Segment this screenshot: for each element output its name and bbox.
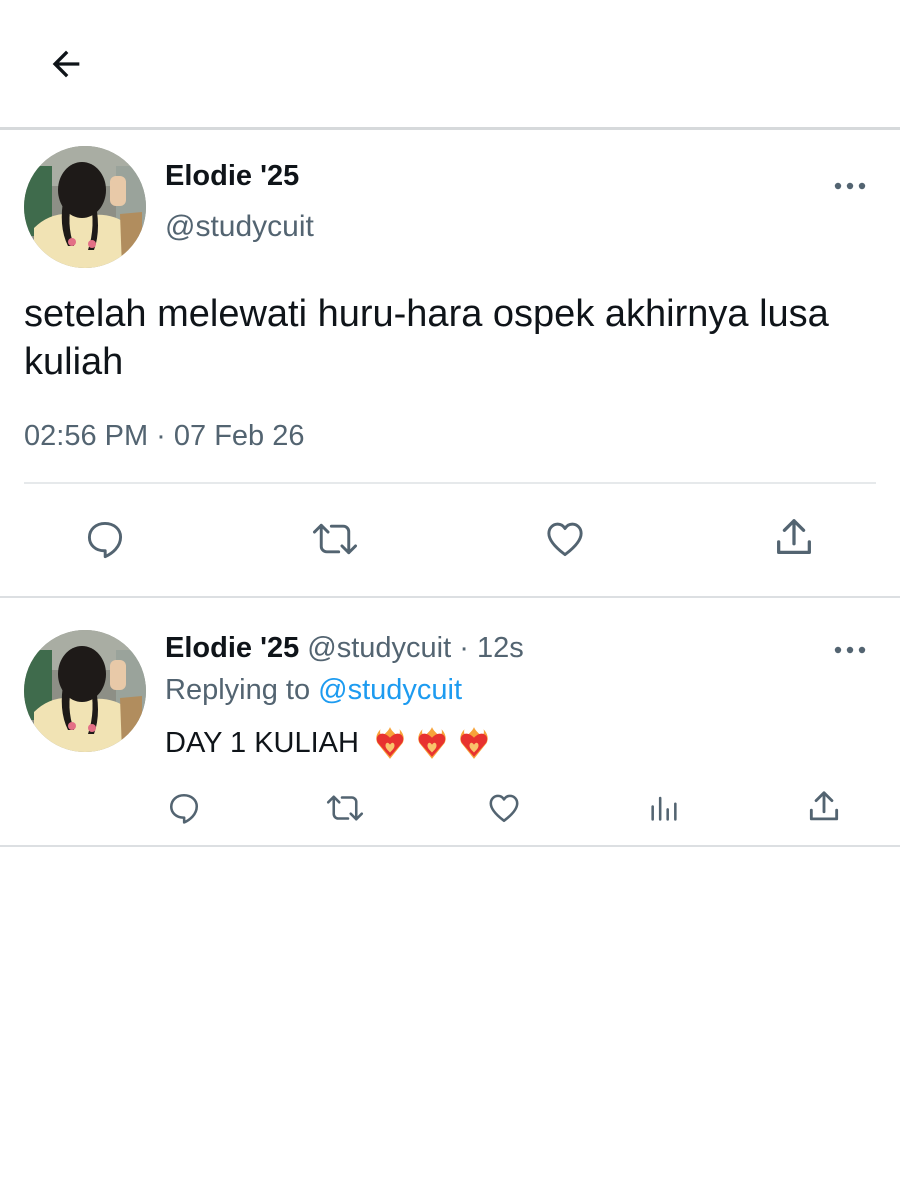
bottom-divider [0, 845, 900, 847]
reply-author-handle[interactable]: @studycuit [307, 632, 451, 664]
analytics-icon [651, 796, 677, 821]
reply-author-display-name[interactable]: Elodie '25 [165, 632, 299, 664]
top-app-bar [0, 0, 900, 128]
reply-meta-separator: · [459, 632, 469, 664]
heart-on-fire-emoji [418, 727, 446, 759]
reply-text: DAY 1 KULIAH [165, 724, 493, 762]
retweet-button[interactable] [308, 516, 362, 562]
reply-avatar[interactable] [24, 630, 146, 752]
replying-to-label: Replying to [165, 674, 311, 706]
replying-to-mention[interactable]: @studycuit [318, 674, 462, 706]
reply-age[interactable]: 12s [477, 632, 524, 664]
reply-more-options-button[interactable] [830, 640, 870, 660]
back-button[interactable] [40, 38, 92, 90]
reply-button[interactable] [80, 516, 130, 562]
reply-icon [87, 521, 123, 559]
emoji-row [371, 724, 493, 762]
replying-to-line: Replying to @studycuit [165, 674, 462, 707]
section-divider [0, 596, 900, 598]
heart-on-fire-emoji [376, 727, 404, 759]
share-icon [809, 791, 839, 821]
reply-share-button[interactable] [804, 786, 844, 828]
avatar-photo [24, 146, 146, 268]
avatar[interactable] [24, 146, 146, 268]
share-button[interactable] [770, 514, 818, 562]
reply-retweet-button[interactable] [322, 788, 368, 828]
like-icon [547, 522, 583, 557]
reply-text-content: DAY 1 KULIAH [165, 726, 359, 759]
reply-header: Elodie '25 @studycuit · 12s [165, 632, 524, 665]
reply-like-button[interactable] [482, 788, 526, 828]
like-icon [489, 794, 519, 823]
more-options-button[interactable] [830, 176, 870, 196]
more-horizontal-icon [834, 646, 866, 654]
author-display-name[interactable]: Elodie '25 [165, 160, 299, 193]
tweet-timestamp[interactable]: 02:56 PM · 07 Feb 26 [24, 420, 305, 453]
main-tweet: Elodie '25 @studycuit setelah melewati h… [0, 130, 900, 596]
retweet-icon [326, 795, 364, 821]
tweet-divider [24, 482, 876, 484]
more-horizontal-icon [834, 182, 866, 190]
share-icon [777, 519, 811, 555]
heart-on-fire-emoji [460, 727, 488, 759]
retweet-icon [313, 523, 357, 555]
like-button[interactable] [540, 516, 590, 562]
reply-icon [169, 793, 199, 824]
arrow-left-icon [52, 50, 80, 78]
author-handle[interactable]: @studycuit [165, 210, 314, 244]
tweet-text: setelah melewati huru-hara ospek akhirny… [24, 293, 829, 383]
avatar-photo [24, 630, 146, 752]
reply-reply-button[interactable] [162, 788, 206, 828]
reply-analytics-button[interactable] [644, 788, 684, 828]
